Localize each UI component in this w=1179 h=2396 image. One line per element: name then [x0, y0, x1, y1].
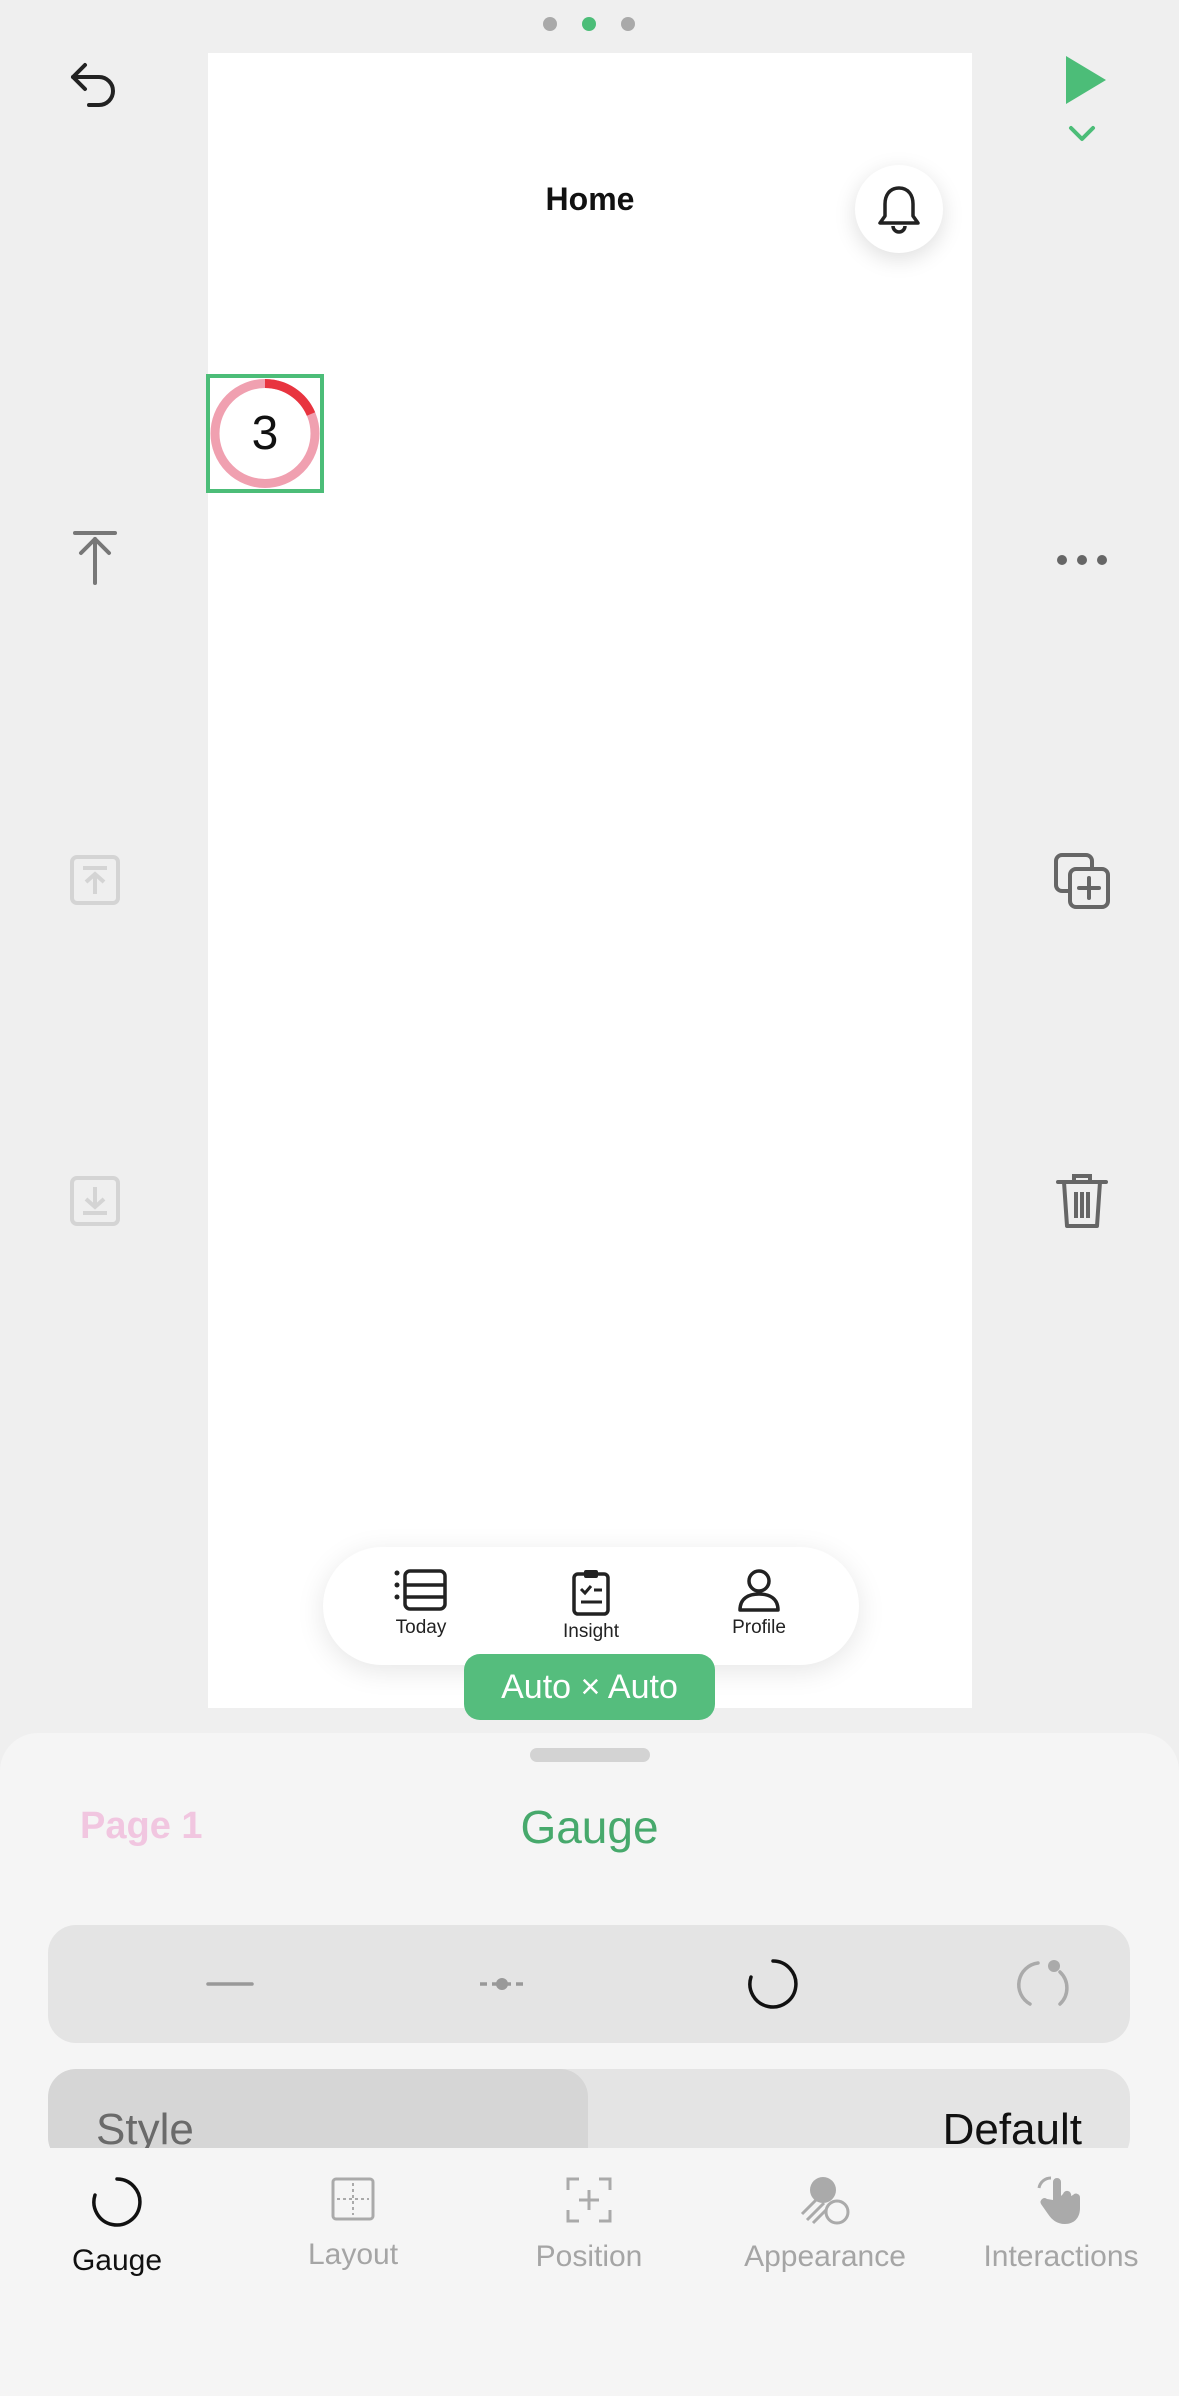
bring-forward-button[interactable]: [65, 850, 125, 910]
tab-interactions-label: Interactions: [983, 2240, 1139, 2273]
preview-options-button[interactable]: [1067, 122, 1097, 146]
tab-today[interactable]: Today: [361, 1567, 481, 1639]
tab-layout-label: Layout: [307, 2238, 399, 2271]
clipboard-check-icon: [572, 1570, 610, 1616]
person-icon: [738, 1569, 780, 1612]
tab-insight[interactable]: Insight: [531, 1567, 651, 1643]
bring-forward-icon: [70, 855, 120, 905]
tab-today-label: Today: [395, 1617, 447, 1638]
tab-profile-label: Profile: [732, 1617, 786, 1638]
more-options-button[interactable]: [1052, 530, 1112, 590]
notification-button[interactable]: [855, 165, 943, 253]
tab-interactions[interactable]: Interactions: [951, 2174, 1171, 2274]
ring-gauge-icon: [748, 1959, 798, 2009]
chevron-down-icon: [1069, 126, 1095, 141]
tab-insight-label: Insight: [563, 1621, 619, 1642]
line-gauge-icon: [206, 1982, 254, 1986]
position-icon: [566, 2177, 612, 2223]
tab-appearance-label: Appearance: [744, 2240, 906, 2273]
gauge-type-ring[interactable]: [673, 1925, 873, 2043]
delete-button[interactable]: [1052, 1170, 1112, 1230]
tab-position[interactable]: Position: [479, 2174, 699, 2274]
arrow-to-top-icon: [73, 531, 117, 585]
inspector-tab-bar: Gauge Layout Position Appearance Interac…: [0, 2148, 1179, 2396]
undo-icon: [71, 63, 115, 107]
gauge-value: 3: [251, 407, 279, 460]
gauge-type-arc[interactable]: [944, 1925, 1144, 2043]
duplicate-button[interactable]: [1052, 851, 1112, 911]
tab-position-label: Position: [535, 2240, 643, 2273]
page-dot-3[interactable]: [621, 17, 635, 31]
duplicate-icon: [1054, 853, 1110, 909]
gauge-icon: [92, 2177, 142, 2227]
tab-appearance[interactable]: Appearance: [715, 2174, 935, 2274]
trash-icon: [1056, 1174, 1108, 1228]
move-to-top-button[interactable]: [65, 527, 125, 587]
page-dot-1[interactable]: [543, 17, 557, 31]
tab-profile[interactable]: Profile: [699, 1567, 819, 1639]
hand-pointer-icon: [1037, 2176, 1081, 2224]
page-dot-2-active[interactable]: [582, 17, 596, 31]
slider-gauge-icon: [480, 1978, 524, 1990]
play-preview-button[interactable]: [1052, 50, 1112, 110]
inspector-title: Gauge: [520, 1801, 659, 1853]
list-icon: [394, 1569, 447, 1611]
sheet-grabber[interactable]: [530, 1748, 650, 1762]
layout-icon: [331, 2177, 375, 2221]
size-badge[interactable]: Auto × Auto: [464, 1654, 715, 1720]
gauge-type-line[interactable]: [130, 1925, 330, 2043]
arc-gauge-icon: [1017, 1960, 1069, 2006]
appearance-icon: [800, 2177, 850, 2225]
app-tab-bar: Today Insight Profile: [323, 1547, 859, 1665]
send-backward-button[interactable]: [65, 1171, 125, 1231]
tab-layout[interactable]: Layout: [243, 2174, 463, 2272]
tab-gauge-label: Gauge: [71, 2244, 163, 2277]
tab-gauge[interactable]: Gauge: [7, 2174, 227, 2278]
undo-button[interactable]: [65, 53, 125, 113]
bell-icon: [878, 186, 920, 234]
more-dots-icon: [1057, 555, 1107, 565]
play-icon: [1066, 56, 1106, 104]
send-backward-icon: [70, 1176, 120, 1226]
design-canvas[interactable]: Home 3 Today Insight Profile: [206, 53, 972, 1708]
gauge-type-slider[interactable]: [402, 1925, 602, 2043]
gauge-type-selector: [48, 1925, 1130, 2043]
gauge-widget-selected[interactable]: 3: [206, 374, 324, 493]
